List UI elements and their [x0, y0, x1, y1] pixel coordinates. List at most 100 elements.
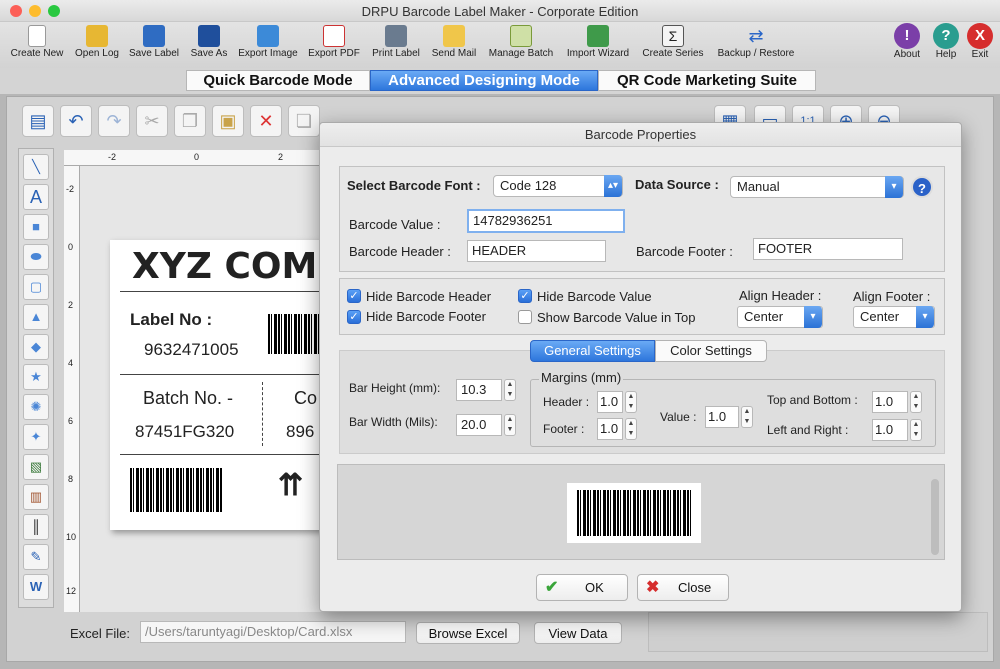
close-button[interactable]: ✖ Close: [637, 574, 729, 601]
diamond-icon: ◆: [31, 339, 41, 354]
bar-height-input[interactable]: 10.3: [456, 379, 502, 401]
open-log-button[interactable]: Open Log: [70, 22, 124, 68]
properties-tool-button[interactable]: ▤: [22, 105, 54, 137]
bar-width-input[interactable]: 20.0: [456, 414, 502, 436]
tab-quick-barcode-mode[interactable]: Quick Barcode Mode: [186, 70, 370, 91]
preview-scrollbar[interactable]: [931, 479, 939, 555]
align-footer-label: Align Footer :: [853, 289, 931, 304]
diamond-tool[interactable]: ◆: [23, 334, 49, 360]
barcode-header-input[interactable]: HEADER: [467, 240, 606, 262]
tab-qr-code-marketing-suite[interactable]: QR Code Marketing Suite: [598, 70, 816, 91]
margin-left-right-input[interactable]: 1.0: [872, 419, 908, 441]
redo-icon: ↷: [106, 111, 122, 131]
view-data-button[interactable]: View Data: [534, 622, 622, 644]
backup-restore-button[interactable]: ⇄ Backup / Restore: [710, 22, 802, 68]
ruler-tick: -2: [108, 152, 117, 162]
line-tool[interactable]: ╲: [23, 154, 49, 180]
image-tool[interactable]: ▧: [23, 454, 49, 480]
label-preview[interactable]: XYZ COMPA Label No : 9632471005 Batch No…: [110, 240, 368, 530]
margin-top-bottom-input[interactable]: 1.0: [872, 391, 908, 413]
margin-footer-input[interactable]: 1.0: [597, 418, 623, 440]
redo-button[interactable]: ↷: [98, 105, 130, 137]
chevron-down-icon: ▾: [885, 176, 903, 198]
create-series-button[interactable]: Σ Create Series: [636, 22, 710, 68]
print-label-button[interactable]: Print Label: [366, 22, 426, 68]
save-as-button[interactable]: Save As: [184, 22, 234, 68]
margin-value-stepper[interactable]: ▲ ▼: [741, 406, 753, 428]
ellipse-tool[interactable]: ⬬: [23, 244, 49, 270]
close-icon: ✖: [646, 579, 660, 596]
about-button[interactable]: ! About: [888, 22, 926, 68]
manage-batch-button[interactable]: Manage Batch: [482, 22, 560, 68]
ok-button[interactable]: ✔ OK: [536, 574, 628, 601]
tab-advanced-designing-mode[interactable]: Advanced Designing Mode: [370, 70, 598, 91]
barcode-footer-input[interactable]: FOOTER: [753, 238, 903, 260]
copy-button[interactable]: ❐: [174, 105, 206, 137]
margin-left-right-stepper[interactable]: ▲ ▼: [910, 419, 922, 441]
barcode-font-select[interactable]: Code 128 ▴▾: [493, 175, 623, 197]
triangle-tool[interactable]: ▲: [23, 304, 49, 330]
signature-tool[interactable]: ✎: [23, 544, 49, 570]
data-source-select[interactable]: Manual ▾: [730, 176, 904, 198]
paste-button[interactable]: ▣: [212, 105, 244, 137]
save-label-button[interactable]: Save Label: [124, 22, 184, 68]
hide-value-checkbox[interactable]: ✓: [518, 289, 532, 303]
label-no-title: Label No :: [130, 310, 213, 329]
export-pdf-button[interactable]: Export PDF: [302, 22, 366, 68]
divider: [262, 382, 263, 446]
export-image-button[interactable]: Export Image: [234, 22, 302, 68]
library-tool[interactable]: ▥: [23, 484, 49, 510]
watermark-tool[interactable]: W: [23, 574, 49, 600]
divider: [120, 291, 340, 292]
browse-excel-button[interactable]: Browse Excel: [416, 622, 520, 644]
paste-icon: ▣: [219, 111, 237, 131]
barcode-tool[interactable]: ║: [23, 514, 49, 540]
exit-icon: X: [967, 23, 993, 49]
margin-top-bottom-stepper[interactable]: ▲ ▼: [910, 391, 922, 413]
delete-button[interactable]: ✕: [250, 105, 282, 137]
undo-button[interactable]: ↶: [60, 105, 92, 137]
show-value-top-checkbox[interactable]: [518, 310, 532, 324]
barcode-value-input[interactable]: 14782936251: [467, 209, 625, 233]
ruler-tick: 0: [68, 242, 74, 252]
ruler-tick: 0: [194, 152, 200, 162]
tab-general-settings[interactable]: General Settings: [530, 340, 655, 362]
exit-label: Exit: [971, 49, 989, 60]
save-as-icon: [198, 25, 220, 47]
excel-path-field[interactable]: /Users/taruntyagi/Desktop/Card.xlsx: [140, 621, 406, 643]
bar-width-stepper[interactable]: ▲ ▼: [504, 414, 516, 436]
margin-value-input[interactable]: 1.0: [705, 406, 739, 428]
help-button[interactable]: ? Help: [928, 22, 964, 68]
hide-header-checkbox[interactable]: ✓: [347, 289, 361, 303]
burst-icon: ✺: [30, 399, 42, 414]
main-toolbar: Create New Open Log Save Label Save As E…: [0, 22, 1000, 68]
margin-footer-stepper[interactable]: ▲ ▼: [625, 418, 637, 440]
help-icon[interactable]: ?: [911, 176, 933, 198]
align-footer-select[interactable]: Center ▾: [853, 306, 935, 328]
pdf-icon: [323, 25, 345, 47]
cut-button[interactable]: ✂: [136, 105, 168, 137]
create-new-button[interactable]: Create New: [4, 22, 70, 68]
backup-restore-label: Backup / Restore: [717, 48, 795, 59]
import-wizard-button[interactable]: Import Wizard: [560, 22, 636, 68]
text-tool[interactable]: A: [23, 184, 49, 210]
exit-button[interactable]: X Exit: [964, 22, 996, 68]
star-tool[interactable]: ★: [23, 364, 49, 390]
barcode-properties-dialog: Barcode Properties Select Barcode Font :…: [319, 122, 962, 612]
group-button[interactable]: ❏: [288, 105, 320, 137]
shape-tool[interactable]: ✦: [23, 424, 49, 450]
watermark-icon: W: [29, 579, 43, 594]
rectangle-tool[interactable]: ■: [23, 214, 49, 240]
bar-height-stepper[interactable]: ▲ ▼: [504, 379, 516, 401]
side-panel: [648, 612, 988, 652]
tab-color-settings[interactable]: Color Settings: [655, 340, 767, 362]
burst-tool[interactable]: ✺: [23, 394, 49, 420]
align-header-select[interactable]: Center ▾: [737, 306, 823, 328]
margin-header-input[interactable]: 1.0: [597, 391, 623, 413]
drawing-tools-panel: ╲ A ■ ⬬ ▢ ▲ ◆ ★ ✺ ✦ ▧ ▥ ║ ✎ W: [18, 148, 54, 608]
send-mail-button[interactable]: Send Mail: [426, 22, 482, 68]
hide-footer-checkbox[interactable]: ✓: [347, 310, 361, 324]
copy-icon: ❐: [181, 111, 199, 131]
margin-header-stepper[interactable]: ▲ ▼: [625, 391, 637, 413]
rounded-rect-tool[interactable]: ▢: [23, 274, 49, 300]
